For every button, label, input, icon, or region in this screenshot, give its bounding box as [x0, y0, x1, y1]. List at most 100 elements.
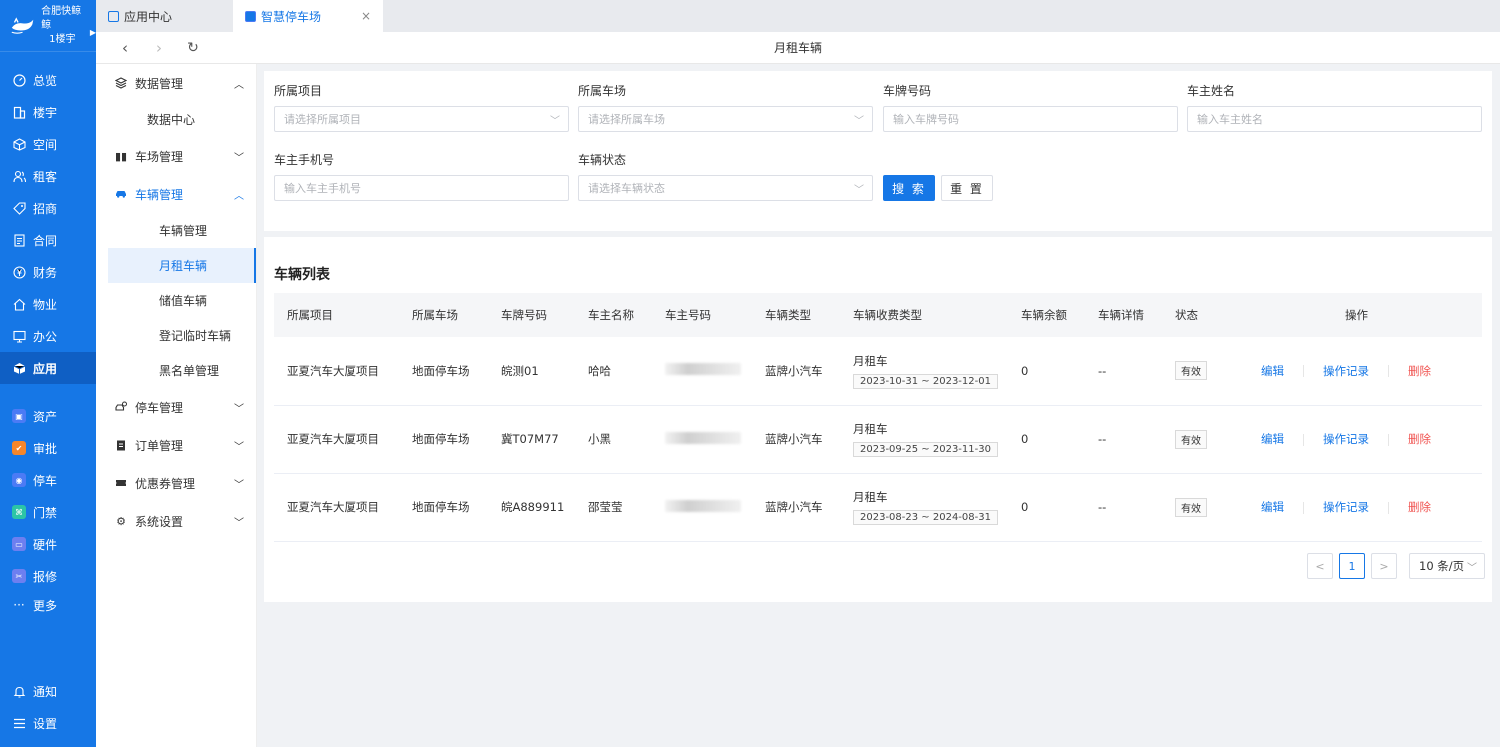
page-number-button[interactable]: 1 — [1339, 553, 1365, 579]
close-icon[interactable]: × — [361, 9, 371, 23]
cell-balance: 0 — [1021, 432, 1029, 446]
next-page-button[interactable]: > — [1371, 553, 1397, 579]
project-select[interactable]: 请选择所属项目 ﹀ — [274, 106, 569, 132]
back-button[interactable]: ‹ — [108, 39, 142, 57]
nav-label: 设置 — [33, 716, 58, 731]
menu-group-label: 车辆管理 — [135, 187, 184, 202]
refresh-button[interactable]: ↻ — [176, 40, 210, 56]
forward-button[interactable]: › — [142, 39, 176, 57]
operation-log-link[interactable]: 操作记录 — [1323, 432, 1369, 446]
chevron-down-icon: ﹀ — [550, 115, 560, 127]
status-badge: 有效 — [1175, 497, 1207, 517]
chevron-down-icon: ﹀ — [234, 517, 244, 529]
menu-group-label: 系统设置 — [135, 514, 184, 529]
chevron-down-icon: ﹀ — [854, 184, 864, 196]
nav-label: 租客 — [33, 169, 58, 184]
filter-status: 车辆状态 请选择车辆状态 ﹀ — [578, 153, 873, 201]
cell-fee-type: 月租车 — [853, 490, 888, 504]
nav-item-contract[interactable]: 合同 — [0, 224, 96, 256]
select-placeholder: 请选择车辆状态 — [588, 182, 665, 195]
delete-link[interactable]: 删除 — [1408, 364, 1431, 378]
cell-car-type: 蓝牌小汽车 — [765, 432, 823, 446]
prev-page-button[interactable]: < — [1307, 553, 1333, 579]
operation-log-link[interactable]: 操作记录 — [1323, 500, 1369, 514]
asset-icon: ▣ — [12, 409, 26, 423]
nav-label: 门禁 — [33, 505, 58, 520]
menu-group-order[interactable]: 订单管理 ﹀ — [96, 426, 256, 464]
repair-icon: ✂ — [12, 569, 26, 583]
nav-divider — [0, 384, 96, 400]
nav-app-access[interactable]: ⌘ 门禁 — [0, 496, 96, 528]
owner-phone-input[interactable]: 输入车主手机号 — [274, 175, 569, 201]
car-icon — [115, 188, 127, 200]
edit-link[interactable]: 编辑 — [1261, 432, 1284, 446]
nav-app-approval[interactable]: ✔ 审批 — [0, 432, 96, 464]
table-row: 亚夏汽车大厦项目 地面停车场 皖A889911 邵莹莹 蓝牌小汽车 月租车 20… — [274, 473, 1482, 541]
nav-item-space[interactable]: 空间 — [0, 128, 96, 160]
building-icon — [12, 105, 26, 119]
owner-name-input[interactable]: 输入车主姓名 — [1187, 106, 1482, 132]
search-button[interactable]: 搜 索 — [883, 175, 935, 201]
cell-project: 亚夏汽车大厦项目 — [287, 363, 379, 378]
menu-item-temp-vehicles[interactable]: 登记临时车辆 — [108, 318, 255, 353]
edit-link[interactable]: 编辑 — [1261, 364, 1284, 378]
org-switcher[interactable]: 合肥快鲸鲸 1楼宇 ▶ — [0, 0, 96, 52]
nav-item-property[interactable]: 物业 — [0, 288, 96, 320]
parking-car-icon — [115, 401, 127, 413]
column-header: 车主号码 — [665, 308, 711, 322]
nav-app-asset[interactable]: ▣ 资产 — [0, 400, 96, 432]
nav-item-leasing[interactable]: 招商 — [0, 192, 96, 224]
org-name: 合肥快鲸鲸 — [41, 5, 82, 31]
field-label: 所属项目 — [274, 84, 323, 98]
reset-button[interactable]: 重 置 — [941, 175, 993, 201]
nav-item-building[interactable]: 楼宇 — [0, 96, 96, 128]
cell-balance: 0 — [1021, 363, 1029, 378]
delete-link[interactable]: 删除 — [1408, 500, 1431, 514]
tab-smart-parking[interactable]: 智慧停车场 × — [233, 0, 383, 32]
menu-item-label: 登记临时车辆 — [159, 329, 232, 343]
edit-link[interactable]: 编辑 — [1261, 500, 1284, 514]
status-select[interactable]: 请选择车辆状态 ﹀ — [578, 175, 873, 201]
menu-item-data-center[interactable]: 数据中心 — [108, 102, 255, 137]
lot-select[interactable]: 请选择所属车场 ﹀ — [578, 106, 873, 132]
nav-item-settings[interactable]: 设置 — [0, 707, 96, 739]
nav-label: 更多 — [33, 598, 58, 613]
chevron-up-icon: ︿ — [234, 190, 244, 202]
nav-item-finance[interactable]: 财务 — [0, 256, 96, 288]
nav-item-office[interactable]: 办公 — [0, 320, 96, 352]
menu-group-coupon[interactable]: 优惠券管理 ﹀ — [96, 464, 256, 502]
menu-item-vehicle-mgmt[interactable]: 车辆管理 — [108, 213, 255, 248]
plate-input[interactable]: 输入车牌号码 — [883, 106, 1178, 132]
tab-app-center[interactable]: 应用中心 — [96, 0, 233, 32]
field-label: 所属车场 — [578, 84, 627, 98]
nav-item-more[interactable]: ··· 更多 — [0, 592, 96, 618]
nav-app-hardware[interactable]: ▭ 硬件 — [0, 528, 96, 560]
menu-item-monthly-vehicles[interactable]: 月租车辆 — [108, 248, 256, 283]
column-header: 车辆收费类型 — [853, 308, 922, 322]
menu-group-lot[interactable]: ▮▮ 车场管理 ﹀ — [96, 137, 256, 175]
nav-app-repair[interactable]: ✂ 报修 — [0, 560, 96, 592]
tab-bar: 应用中心 智慧停车场 × — [96, 0, 1500, 32]
page-size-select[interactable]: 10 条/页 ﹀ — [1409, 553, 1485, 579]
select-placeholder: 请选择所属车场 — [588, 113, 665, 126]
cell-plate: 皖A889911 — [501, 500, 565, 514]
nav-item-tenant[interactable]: 租客 — [0, 160, 96, 192]
menu-item-stored-value[interactable]: 储值车辆 — [108, 283, 255, 318]
cell-fee-type: 月租车 — [853, 353, 888, 368]
nav-item-overview[interactable]: 总览 — [0, 64, 96, 96]
nav-item-apps[interactable]: 应用 — [0, 352, 96, 384]
menu-item-blacklist[interactable]: 黑名单管理 — [108, 353, 255, 388]
field-label: 车主姓名 — [1187, 84, 1236, 98]
nav-label: 楼宇 — [33, 105, 58, 120]
operation-log-link[interactable]: 操作记录 — [1323, 364, 1369, 378]
app-nav: 合肥快鲸鲸 1楼宇 ▶ 总览 楼宇 空间 租客 招商 合同 财务 物业 办公 应… — [0, 0, 96, 747]
menu-group-data[interactable]: 数据管理 ︿ — [96, 64, 256, 102]
menu-group-vehicle[interactable]: 车辆管理 ︿ — [96, 175, 256, 213]
delete-link[interactable]: 删除 — [1408, 432, 1431, 446]
nav-item-notify[interactable]: 通知 — [0, 675, 96, 707]
clipboard-icon — [115, 439, 127, 451]
cell-owner: 邵莹莹 — [588, 500, 623, 514]
menu-group-parking[interactable]: 停车管理 ﹀ — [96, 388, 256, 426]
menu-group-system[interactable]: ⚙ 系统设置 ﹀ — [96, 502, 256, 540]
nav-app-parking[interactable]: ◉ 停车 — [0, 464, 96, 496]
